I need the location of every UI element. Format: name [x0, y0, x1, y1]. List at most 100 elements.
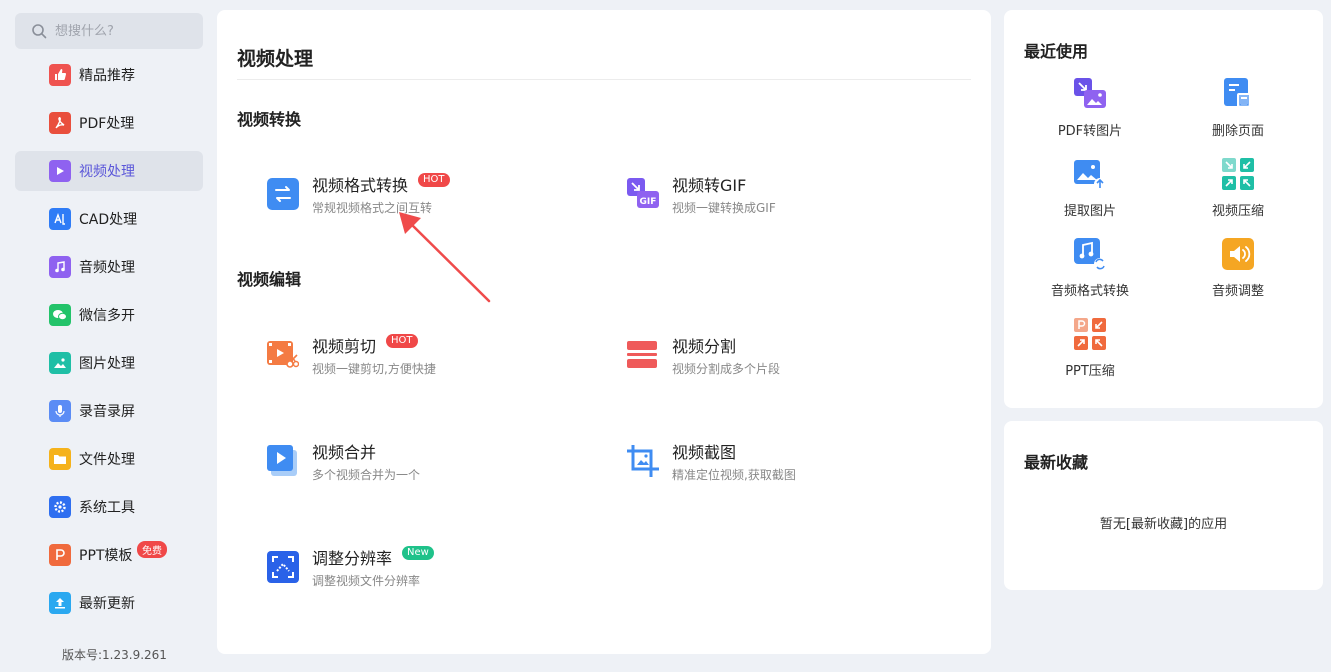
sidebar-nav: 精品推荐 PDF处理 视频处理 CAD处理 音频处理 微信多开 图片处理 录音录…	[15, 55, 203, 631]
sidebar-item-label: 微信多开	[79, 308, 135, 324]
tool-video-to-gif[interactable]: GIF 视频转GIF 视频一键转换成GIF	[627, 176, 947, 224]
hot-badge: HOT	[386, 334, 418, 348]
sidebar-item-label: 视频处理	[79, 164, 135, 180]
swap-arrows-icon	[267, 178, 299, 210]
video-compress-icon	[1222, 158, 1254, 190]
sidebar-item-label: 录音录屏	[79, 404, 135, 420]
search-input[interactable]	[55, 23, 185, 39]
search-icon	[32, 24, 47, 39]
tool-name: 视频合并	[312, 443, 377, 462]
sidebar-item-video[interactable]: 视频处理	[15, 151, 203, 191]
tool-description: 精准定位视频,获取截图	[672, 468, 796, 482]
favorites-empty-text: 暂无[最新收藏]的应用	[1099, 517, 1228, 532]
sidebar-item-files[interactable]: 文件处理	[15, 439, 203, 479]
microphone-icon	[49, 400, 71, 422]
sidebar: 精品推荐 PDF处理 视频处理 CAD处理 音频处理	[0, 0, 215, 672]
wechat-icon	[49, 304, 71, 326]
tool-video-cut[interactable]: 视频剪切 HOT 视频一键剪切,方便快捷	[267, 334, 587, 385]
sidebar-item-wechat[interactable]: 微信多开	[15, 295, 203, 335]
tool-name: 视频截图	[672, 443, 737, 462]
delete-page-icon	[1222, 78, 1254, 110]
tool-name: 调整分辨率	[312, 549, 393, 568]
sidebar-item-label: PDF处理	[79, 116, 135, 132]
extract-image-icon	[1074, 158, 1106, 190]
recent-item-pdf-to-image[interactable]: PDF转图片	[1030, 78, 1150, 139]
free-badge: 免费	[137, 541, 167, 558]
pdf-icon	[49, 112, 71, 134]
recent-panel: 最近使用 PDF转图片 删除页面 提取图片 视频压缩 音频格式转换 音频调整 P…	[1004, 10, 1323, 408]
image-icon	[49, 352, 71, 374]
tool-video-split[interactable]: 视频分割 视频分割成多个片段	[627, 337, 947, 385]
ppt-icon	[49, 544, 71, 566]
version-label: 版本号:1.23.9.261	[62, 648, 167, 662]
recent-item-extract-image[interactable]: 提取图片	[1030, 158, 1150, 219]
sidebar-item-label: 文件处理	[79, 452, 135, 468]
hot-badge: HOT	[418, 173, 450, 187]
recent-title: 最近使用	[1024, 42, 1089, 61]
sidebar-item-latest-updates[interactable]: 最新更新	[15, 583, 203, 623]
annotation-arrow	[399, 212, 491, 303]
recent-item-label: PPT压缩	[1065, 364, 1115, 379]
recent-item-label: 音频格式转换	[1050, 284, 1129, 299]
split-icon	[627, 339, 659, 371]
page-title: 视频处理	[237, 48, 314, 70]
new-badge: New	[402, 546, 434, 560]
video-cut-icon	[267, 339, 299, 371]
sidebar-item-label: 图片处理	[79, 356, 135, 372]
audio-convert-icon	[1074, 238, 1106, 270]
tool-name: 视频分割	[672, 337, 737, 356]
music-icon	[49, 256, 71, 278]
tool-description: 多个视频合并为一个	[312, 468, 421, 482]
tool-video-merge[interactable]: 视频合并 多个视频合并为一个	[267, 443, 587, 491]
play-icon	[49, 160, 71, 182]
divider	[237, 79, 971, 80]
favorites-panel: 最新收藏 暂无[最新收藏]的应用	[1004, 421, 1323, 590]
sidebar-item-audio[interactable]: 音频处理	[15, 247, 203, 287]
main-panel: 视频处理 视频转换 视频格式转换 HOT 常规视频格式之间互转 GIF 视频转GI…	[217, 10, 991, 654]
recent-item-video-compress[interactable]: 视频压缩	[1178, 158, 1298, 219]
sidebar-item-label: PPT模板	[79, 548, 133, 564]
sidebar-item-image[interactable]: 图片处理	[15, 343, 203, 383]
sidebar-item-ppt-templates[interactable]: PPT模板 免费	[15, 535, 203, 575]
tool-video-screenshot[interactable]: 视频截图 精准定位视频,获取截图	[627, 443, 947, 491]
sidebar-item-label: CAD处理	[79, 212, 138, 228]
cad-icon	[49, 208, 71, 230]
tool-name: 视频转GIF	[672, 176, 747, 195]
tool-description: 视频一键剪切,方便快捷	[312, 362, 436, 376]
folder-icon	[49, 448, 71, 470]
sidebar-item-label: 最新更新	[79, 596, 135, 612]
sidebar-item-label: 音频处理	[79, 260, 135, 276]
recent-item-audio-adjust[interactable]: 音频调整	[1178, 238, 1298, 299]
favorites-title: 最新收藏	[1024, 453, 1089, 472]
sidebar-item-system-tools[interactable]: 系统工具	[15, 487, 203, 527]
recent-item-label: PDF转图片	[1057, 124, 1123, 139]
section-title-video-edit: 视频编辑	[237, 270, 302, 289]
tool-description: 视频分割成多个片段	[672, 362, 781, 376]
tool-name: 视频剪切	[312, 337, 377, 356]
sidebar-item-pdf[interactable]: PDF处理	[15, 103, 203, 143]
tool-name: 视频格式转换	[312, 176, 409, 195]
upload-icon	[49, 592, 71, 614]
recent-item-ppt-compress[interactable]: PPT压缩	[1030, 318, 1150, 379]
tool-description: 视频一键转换成GIF	[672, 201, 776, 215]
sidebar-item-record[interactable]: 录音录屏	[15, 391, 203, 431]
crop-icon	[627, 445, 659, 477]
merge-icon	[267, 445, 299, 477]
pdf-to-image-icon	[1074, 78, 1106, 110]
recent-item-delete-page[interactable]: 删除页面	[1178, 78, 1298, 139]
gear-icon	[49, 496, 71, 518]
recent-item-audio-format-convert[interactable]: 音频格式转换	[1030, 238, 1150, 299]
recent-item-label: 音频调整	[1211, 284, 1264, 299]
section-title-video-convert: 视频转换	[237, 110, 302, 129]
search-box[interactable]	[15, 13, 203, 49]
ppt-compress-icon	[1074, 318, 1106, 350]
sidebar-item-recommended[interactable]: 精品推荐	[15, 55, 203, 95]
gif-icon: GIF	[627, 178, 659, 210]
tool-description: 调整视频文件分辨率	[312, 574, 421, 588]
speaker-icon	[1222, 238, 1254, 270]
recent-item-label: 视频压缩	[1211, 204, 1264, 219]
tool-adjust-resolution[interactable]: 调整分辨率 New 调整视频文件分辨率	[267, 546, 587, 597]
resolution-icon	[267, 551, 299, 583]
sidebar-item-cad[interactable]: CAD处理	[15, 199, 203, 239]
recent-item-label: 删除页面	[1211, 124, 1264, 139]
